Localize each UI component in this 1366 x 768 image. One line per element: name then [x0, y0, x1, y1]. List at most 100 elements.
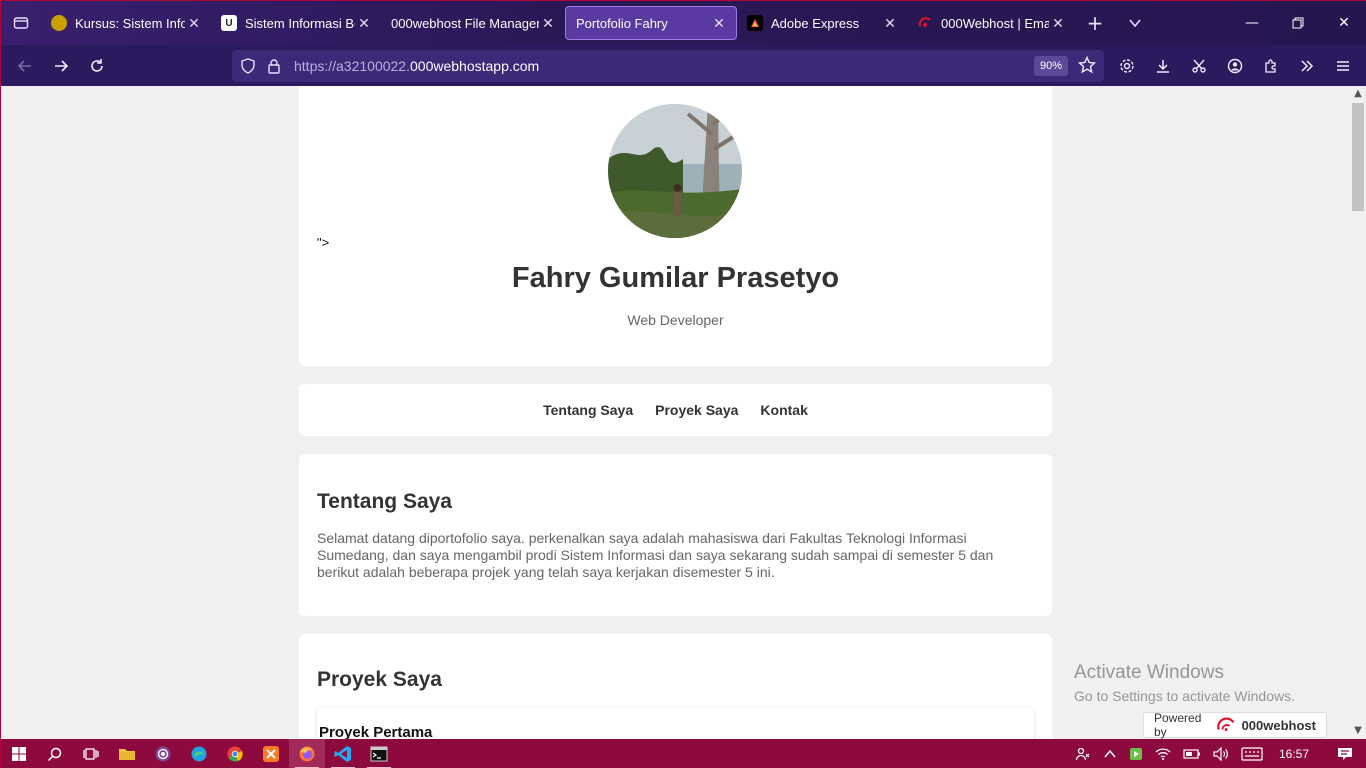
- gear-icon: [1120, 58, 1134, 73]
- battery-icon[interactable]: [1177, 748, 1207, 760]
- navigation-toolbar: https://a32100022.000webhostapp.com 90%: [1, 45, 1366, 86]
- taskbar-chrome[interactable]: [217, 739, 253, 768]
- close-tab-icon[interactable]: ✕: [710, 15, 728, 32]
- stray-markup-text: ">: [317, 235, 330, 250]
- close-window-button[interactable]: ✕: [1321, 1, 1366, 45]
- u-favicon-icon: U: [221, 15, 237, 31]
- activate-windows-watermark: Activate Windows Go to Settings to activ…: [1074, 662, 1295, 704]
- scrollbar-thumb[interactable]: [1352, 103, 1364, 211]
- media-tray-icon[interactable]: [1123, 747, 1149, 761]
- extensions-button[interactable]: [1253, 48, 1289, 84]
- tracking-protection-icon[interactable]: [234, 48, 262, 84]
- clock[interactable]: 16:57: [1269, 747, 1323, 761]
- tab-file-manager[interactable]: 000webhost File Manager ✕: [381, 6, 565, 40]
- account-icon: [1227, 58, 1243, 73]
- system-tray: 16:57: [1069, 739, 1366, 768]
- tab-bar: Kursus: Sistem Informasi ✕ U Sistem Info…: [1, 1, 1366, 45]
- toolbar-icons: [1109, 45, 1361, 86]
- restore-button[interactable]: [1275, 1, 1321, 45]
- list-all-tabs-button[interactable]: [1115, 1, 1155, 45]
- firefox-view-button[interactable]: [1, 1, 41, 45]
- task-view-button[interactable]: [73, 739, 109, 768]
- close-icon: ✕: [1338, 15, 1350, 31]
- volume-icon[interactable]: [1207, 747, 1235, 761]
- edge-icon: [191, 746, 207, 762]
- url-text[interactable]: https://a32100022.000webhostapp.com: [294, 58, 539, 74]
- command-prompt-icon: [370, 746, 388, 762]
- close-tab-icon[interactable]: ✕: [1049, 15, 1067, 32]
- search-button[interactable]: [37, 739, 73, 768]
- app-menu-button[interactable]: [1325, 48, 1361, 84]
- minimize-button[interactable]: —: [1229, 1, 1275, 45]
- projects-title: Proyek Saya: [317, 668, 442, 691]
- notification-center-icon[interactable]: [1323, 746, 1366, 762]
- folder-icon: [119, 749, 135, 760]
- back-arrow-icon: [17, 59, 31, 72]
- close-tab-icon[interactable]: ✕: [185, 15, 203, 32]
- powered-by-000webhost-badge[interactable]: Powered by 000webhost: [1143, 711, 1327, 739]
- back-button[interactable]: [7, 48, 43, 84]
- windows-logo-icon: [12, 747, 26, 761]
- downloads-button[interactable]: [1145, 48, 1181, 84]
- bookmark-star-icon[interactable]: [1077, 55, 1097, 78]
- lock-icon[interactable]: [262, 48, 286, 84]
- reload-button[interactable]: [79, 48, 115, 84]
- taskbar-file-explorer[interactable]: [109, 739, 145, 768]
- close-tab-icon[interactable]: ✕: [881, 15, 899, 32]
- taskbar-tor-browser[interactable]: [145, 739, 181, 768]
- more-tools-button[interactable]: [1289, 48, 1325, 84]
- people-icon[interactable]: [1069, 746, 1097, 762]
- tab-adobe-express[interactable]: Adobe Express ✕: [737, 6, 907, 40]
- zoom-level-button[interactable]: 90%: [1033, 56, 1068, 76]
- nav-link-tentang-saya[interactable]: Tentang Saya: [543, 402, 633, 418]
- forward-arrow-icon: [55, 59, 69, 72]
- tab-title: Kursus: Sistem Informasi: [75, 15, 185, 31]
- projects-section: Proyek Saya Proyek Pertama: [299, 634, 1052, 739]
- 000webhost-logo-icon: [1217, 717, 1235, 731]
- new-tab-button[interactable]: +: [1075, 1, 1115, 45]
- forward-button[interactable]: [43, 48, 79, 84]
- tab-portofolio-fahry[interactable]: Portofolio Fahry ✕: [565, 6, 737, 40]
- chevron-up-icon[interactable]: [1097, 747, 1123, 761]
- scroll-down-icon[interactable]: ▼: [1350, 723, 1366, 739]
- project-title: Proyek Pertama: [319, 724, 433, 739]
- taskbar-firefox[interactable]: [289, 739, 325, 768]
- tab-title: 000webhost File Manager: [391, 15, 539, 31]
- scroll-up-icon[interactable]: ▲: [1350, 86, 1366, 102]
- profile-header-card: "> Fahry Gumilar Prasetyo Web Developer: [299, 86, 1052, 366]
- tab-title: Adobe Express: [771, 15, 860, 31]
- plus-icon: +: [1086, 11, 1104, 35]
- firefox-icon: [299, 746, 315, 762]
- chrome-icon: [227, 746, 243, 762]
- taskbar-command-prompt[interactable]: [361, 739, 397, 768]
- address-bar[interactable]: https://a32100022.000webhostapp.com 90%: [232, 50, 1104, 82]
- close-tab-icon[interactable]: ✕: [539, 15, 557, 32]
- close-tab-icon[interactable]: ✕: [355, 15, 373, 32]
- wifi-icon[interactable]: [1149, 747, 1177, 761]
- project-card[interactable]: Proyek Pertama: [317, 708, 1034, 739]
- profile-name: Fahry Gumilar Prasetyo: [511, 262, 840, 294]
- nav-link-proyek-saya[interactable]: Proyek Saya: [655, 402, 738, 418]
- start-button[interactable]: [1, 739, 37, 768]
- powered-by-brand: 000webhost: [1241, 717, 1316, 733]
- download-icon: [1157, 59, 1169, 73]
- double-chevron-right-icon: [1301, 59, 1314, 72]
- tab-sistem-informasi[interactable]: U Sistem Informasi Berbasis ✕: [211, 6, 381, 40]
- page-scrollbar[interactable]: ▲ ▼: [1350, 86, 1366, 739]
- taskbar-vscode[interactable]: [325, 739, 361, 768]
- page-navigation: Tentang Saya Proyek Saya Kontak: [299, 384, 1052, 436]
- profile-photo: [608, 104, 742, 238]
- taskbar-xampp[interactable]: [253, 739, 289, 768]
- url-host: 000webhostapp.com: [410, 58, 540, 74]
- account-button[interactable]: [1217, 48, 1253, 84]
- screenshot-button[interactable]: [1181, 48, 1217, 84]
- 000webhost-favicon-icon: [917, 15, 933, 31]
- tor-browser-icon: [155, 746, 171, 762]
- settings-button[interactable]: [1109, 48, 1145, 84]
- tab-kursus[interactable]: Kursus: Sistem Informasi ✕: [41, 6, 211, 40]
- keyboard-icon[interactable]: [1235, 747, 1269, 761]
- activate-windows-subtitle: Go to Settings to activate Windows.: [1074, 688, 1295, 704]
- tab-000webhost-emails[interactable]: 000Webhost | Emails ✕: [907, 6, 1075, 40]
- taskbar-edge[interactable]: [181, 739, 217, 768]
- nav-link-kontak[interactable]: Kontak: [760, 402, 807, 418]
